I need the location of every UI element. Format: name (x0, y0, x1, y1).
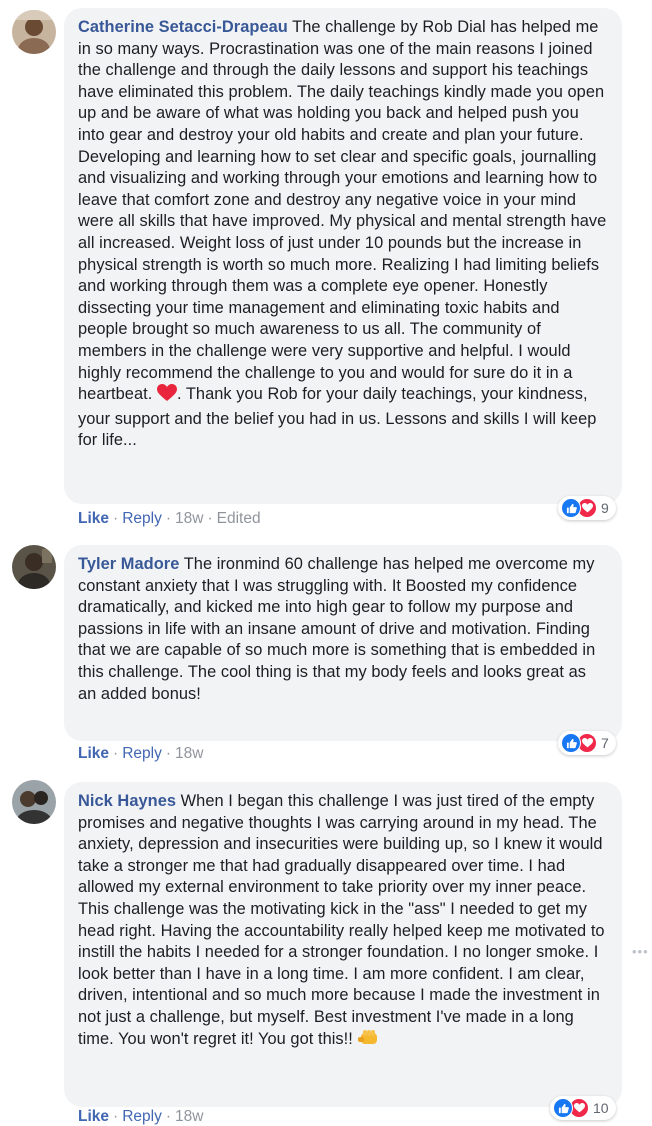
reply-link[interactable]: Reply (122, 510, 162, 527)
edited-label[interactable]: Edited (217, 510, 261, 527)
separator: · (207, 510, 213, 527)
comment-author[interactable]: Catherine Setacci-Drapeau (78, 18, 288, 36)
more-options-icon[interactable]: ••• (632, 944, 649, 959)
comment-actions: Like · Reply · 18w · Edited (78, 510, 261, 528)
avatar[interactable] (12, 10, 56, 54)
reply-link[interactable]: Reply (122, 745, 162, 762)
avatar[interactable] (12, 780, 56, 824)
separator: · (113, 1108, 119, 1125)
reactions-badge[interactable]: 7 (558, 731, 616, 755)
comment-actions: Like · Reply · 18w (78, 1108, 203, 1126)
separator: · (165, 745, 171, 762)
comment-bubble: Catherine Setacci-Drapeau The challenge … (64, 8, 622, 504)
comment-actions: Like · Reply · 18w (78, 745, 203, 763)
thumbs-up-icon (561, 733, 581, 753)
comment-text: The challenge by Rob Dial has helped me … (78, 18, 607, 404)
comment-bubble: Nick Haynes When I began this challenge … (64, 782, 622, 1107)
separator: · (165, 510, 171, 527)
separator: · (113, 745, 119, 762)
comment-author[interactable]: Nick Haynes (78, 792, 176, 810)
reply-link[interactable]: Reply (122, 1108, 162, 1125)
timestamp[interactable]: 18w (175, 510, 203, 527)
reaction-count: 10 (593, 1100, 609, 1116)
comment-author[interactable]: Tyler Madore (78, 555, 179, 573)
comment-text-continued: . Thank you Rob for your daily teachings… (78, 385, 597, 450)
avatar[interactable] (12, 545, 56, 589)
comment-text: The ironmind 60 challenge has helped me … (78, 555, 596, 703)
like-link[interactable]: Like (78, 745, 109, 762)
separator: · (165, 1108, 171, 1125)
thumbs-up-icon (553, 1098, 573, 1118)
reaction-count: 7 (601, 735, 609, 751)
timestamp[interactable]: 18w (175, 1108, 203, 1125)
timestamp[interactable]: 18w (175, 745, 203, 762)
fist-emoji (357, 1029, 380, 1054)
comment-bubble: Tyler Madore The ironmind 60 challenge h… (64, 545, 622, 741)
comment-text: When I began this challenge I was just t… (78, 792, 605, 1048)
heart-emoji (156, 384, 177, 409)
reactions-badge[interactable]: 9 (558, 496, 616, 520)
separator: · (113, 510, 119, 527)
thumbs-up-icon (561, 498, 581, 518)
reaction-count: 9 (601, 500, 609, 516)
like-link[interactable]: Like (78, 1108, 109, 1125)
reactions-badge[interactable]: 10 (550, 1096, 616, 1120)
like-link[interactable]: Like (78, 510, 109, 527)
